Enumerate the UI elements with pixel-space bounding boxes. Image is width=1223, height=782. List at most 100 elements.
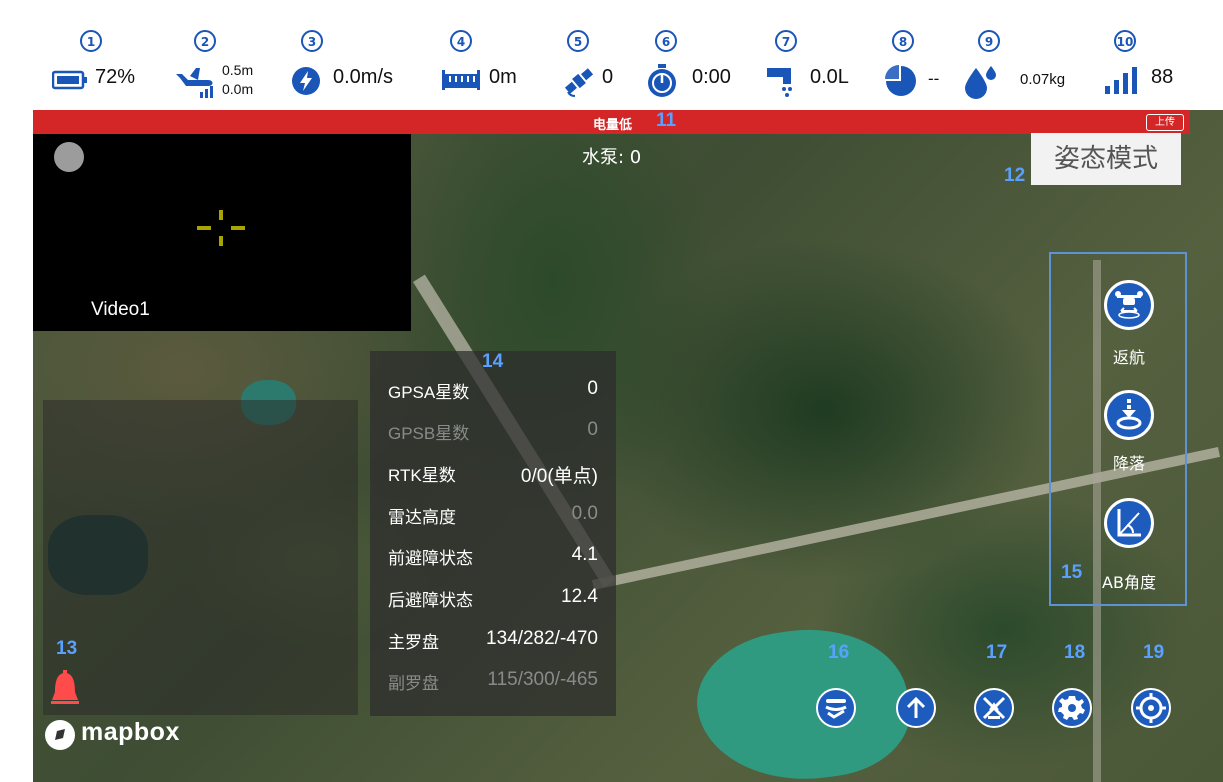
flight-mode-button[interactable]: 姿态模式 — [1031, 133, 1181, 185]
alarm-bell-icon[interactable] — [50, 670, 80, 710]
telemetry-row: 雷达高度 0.0 — [388, 503, 598, 529]
telemetry-row: GPSB星数 0 — [388, 419, 598, 445]
no-spray-icon[interactable] — [974, 688, 1014, 728]
status-number-9: 9 — [978, 30, 1000, 52]
altitude-top-value: 0.5m — [222, 62, 254, 78]
arrow-up-icon[interactable] — [896, 688, 936, 728]
droplet-icon — [965, 66, 996, 99]
action-panel: 返航 降落 AB角度 15 — [1049, 252, 1187, 606]
liquid-status: 7 0.0L — [765, 0, 865, 110]
callout-number-15: 15 — [1061, 562, 1083, 583]
ab-angle-label: AB角度 — [1102, 573, 1156, 592]
callout-number-18: 18 — [1064, 642, 1086, 663]
telemetry-label: 雷达高度 — [388, 508, 456, 527]
distance-status: 4 0m — [441, 0, 531, 110]
pump-status: 水泵: 0 — [582, 147, 642, 168]
return-home-label: 返航 — [1112, 348, 1145, 367]
status-number-8: 8 — [892, 30, 914, 52]
video-label: Video1 — [91, 299, 150, 320]
satellite-value: 0 — [602, 66, 614, 88]
map-lake — [688, 616, 918, 782]
upload-button[interactable]: 上传 — [1146, 114, 1184, 131]
telemetry-value: 134/282/-470 — [486, 628, 598, 649]
flow-value: 0.07kg — [1020, 71, 1066, 88]
pie-chart-icon — [885, 65, 916, 96]
signal-status: 10 88 — [1103, 0, 1193, 110]
status-number-7: 7 — [775, 30, 797, 52]
plane-altitude-icon — [176, 68, 213, 98]
timer-value: 0:00 — [692, 66, 731, 88]
telemetry-row: 前避障状态 4.1 — [388, 544, 598, 570]
telemetry-label: 后避障状态 — [388, 591, 473, 610]
mapbox-icon — [45, 720, 75, 750]
timer-status: 6 0:00 — [646, 0, 746, 110]
satellite-icon — [564, 68, 594, 97]
telemetry-label: RTK星数 — [388, 466, 456, 485]
distance-value: 0m — [489, 66, 517, 88]
telemetry-value: 0 — [587, 419, 598, 440]
battery-value: 72% — [95, 66, 136, 88]
app-root: 1 72% 2 0.5m 0.0m 3 0.0m/s 4 0m 5 0 6 0:… — [0, 0, 1223, 782]
telemetry-value: 0 — [587, 378, 598, 399]
ab-angle-icon[interactable] — [1104, 498, 1154, 548]
drone-return-icon[interactable] — [1104, 280, 1154, 330]
flow-status: 9 0.07kg — [963, 0, 1073, 110]
landing-icon[interactable] — [1104, 390, 1154, 440]
status-number-5: 5 — [567, 30, 589, 52]
callout-number-17: 17 — [986, 642, 1008, 663]
callout-number-16: 16 — [828, 642, 850, 663]
ruler-icon — [442, 70, 480, 90]
telemetry-row: 副罗盘 115/300/-465 — [388, 669, 598, 695]
callout-number-14: 14 — [482, 351, 504, 372]
telemetry-label: 主罗盘 — [388, 633, 439, 652]
callout-number-13: 13 — [56, 638, 78, 659]
telemetry-row: 后避障状态 12.4 — [388, 586, 598, 612]
callout-number-12: 12 — [1004, 165, 1026, 186]
land-label: 降落 — [1112, 454, 1145, 473]
mini-map-overlay — [43, 400, 358, 715]
altitude-status: 2 0.5m 0.0m — [172, 0, 272, 110]
crosshair-icon[interactable] — [1131, 688, 1171, 728]
battery-icon — [52, 70, 87, 90]
telemetry-row: GPSA星数 0 — [388, 378, 598, 404]
liquid-value: 0.0L — [810, 66, 849, 88]
telemetry-value: 0/0(单点) — [520, 466, 598, 487]
layers-icon[interactable] — [816, 688, 856, 728]
status-number-4: 4 — [450, 30, 472, 52]
status-number-1: 1 — [80, 30, 102, 52]
telemetry-label: 前避障状态 — [388, 549, 473, 568]
callout-number-19: 19 — [1143, 642, 1165, 663]
telemetry-row: 主罗盘 134/282/-470 — [388, 628, 598, 654]
signal-value: 88 — [1151, 66, 1174, 88]
telemetry-value: 4.1 — [571, 544, 598, 565]
telemetry-label: 副罗盘 — [388, 674, 439, 693]
speed-status: 3 0.0m/s — [291, 0, 421, 110]
status-bar: 1 72% 2 0.5m 0.0m 3 0.0m/s 4 0m 5 0 6 0:… — [0, 0, 1223, 110]
faucet-icon — [767, 68, 792, 97]
telemetry-value: 115/300/-465 — [487, 669, 598, 690]
mapbox-label: mapbox — [81, 718, 180, 746]
gear-icon[interactable] — [1052, 688, 1092, 728]
low-battery-warning-bar: 电量低 上传 — [33, 110, 1190, 134]
record-dot-icon[interactable] — [54, 142, 84, 172]
telemetry-label: GPSA星数 — [388, 383, 470, 402]
altitude-bottom-value: 0.0m — [222, 81, 254, 97]
status-number-2: 2 — [194, 30, 216, 52]
battery-status: 1 72% — [52, 0, 152, 110]
callout-number-11: 11 — [656, 110, 677, 131]
signal-bars-icon — [1105, 67, 1137, 94]
telemetry-value: 0.0 — [571, 503, 598, 524]
telemetry-panel: 14 GPSA星数 0 GPSB星数 0 RTK星数 0/0(单点) 雷达高度 … — [370, 351, 616, 716]
warning-text: 电量低 — [593, 118, 633, 133]
area-status: 8 -- — [884, 0, 954, 110]
telemetry-value: 12.4 — [561, 586, 598, 607]
status-number-6: 6 — [655, 30, 677, 52]
stopwatch-icon — [648, 64, 676, 97]
telemetry-label: GPSB星数 — [388, 424, 470, 443]
crosshair-reticle-icon — [197, 210, 245, 246]
speed-icon — [292, 67, 320, 95]
satellite-status: 5 0 — [562, 0, 632, 110]
status-number-3: 3 — [301, 30, 323, 52]
speed-value: 0.0m/s — [333, 66, 394, 88]
telemetry-row: RTK星数 0/0(单点) — [388, 461, 598, 487]
